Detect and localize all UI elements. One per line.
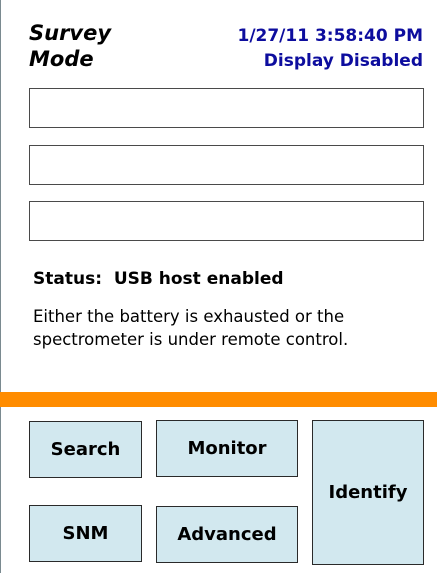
advanced-button[interactable]: Advanced: [156, 506, 298, 563]
search-button[interactable]: Search: [29, 421, 142, 478]
status-line: Status: USB host enabled: [33, 268, 284, 290]
status-value: USB host enabled: [113, 269, 284, 289]
readout-field-2: [29, 145, 424, 185]
readout-field-3: [29, 201, 424, 241]
datetime-display: 1/27/11 3:58:40 PM: [237, 26, 423, 46]
header-info: 1/27/11 3:58:40 PM Display Disabled: [237, 24, 423, 74]
mode-title: Survey Mode: [29, 21, 112, 71]
divider-bar: [0, 392, 437, 407]
identify-button[interactable]: Identify: [312, 420, 424, 565]
readout-field-1: [29, 88, 424, 128]
display-state: Display Disabled: [263, 51, 423, 71]
monitor-button[interactable]: Monitor: [156, 420, 298, 477]
snm-button[interactable]: SNM: [29, 505, 142, 562]
window-left-border: [0, 0, 1, 573]
status-message: Either the battery is exhausted or the s…: [33, 307, 349, 349]
status-label: Status:: [33, 269, 102, 289]
